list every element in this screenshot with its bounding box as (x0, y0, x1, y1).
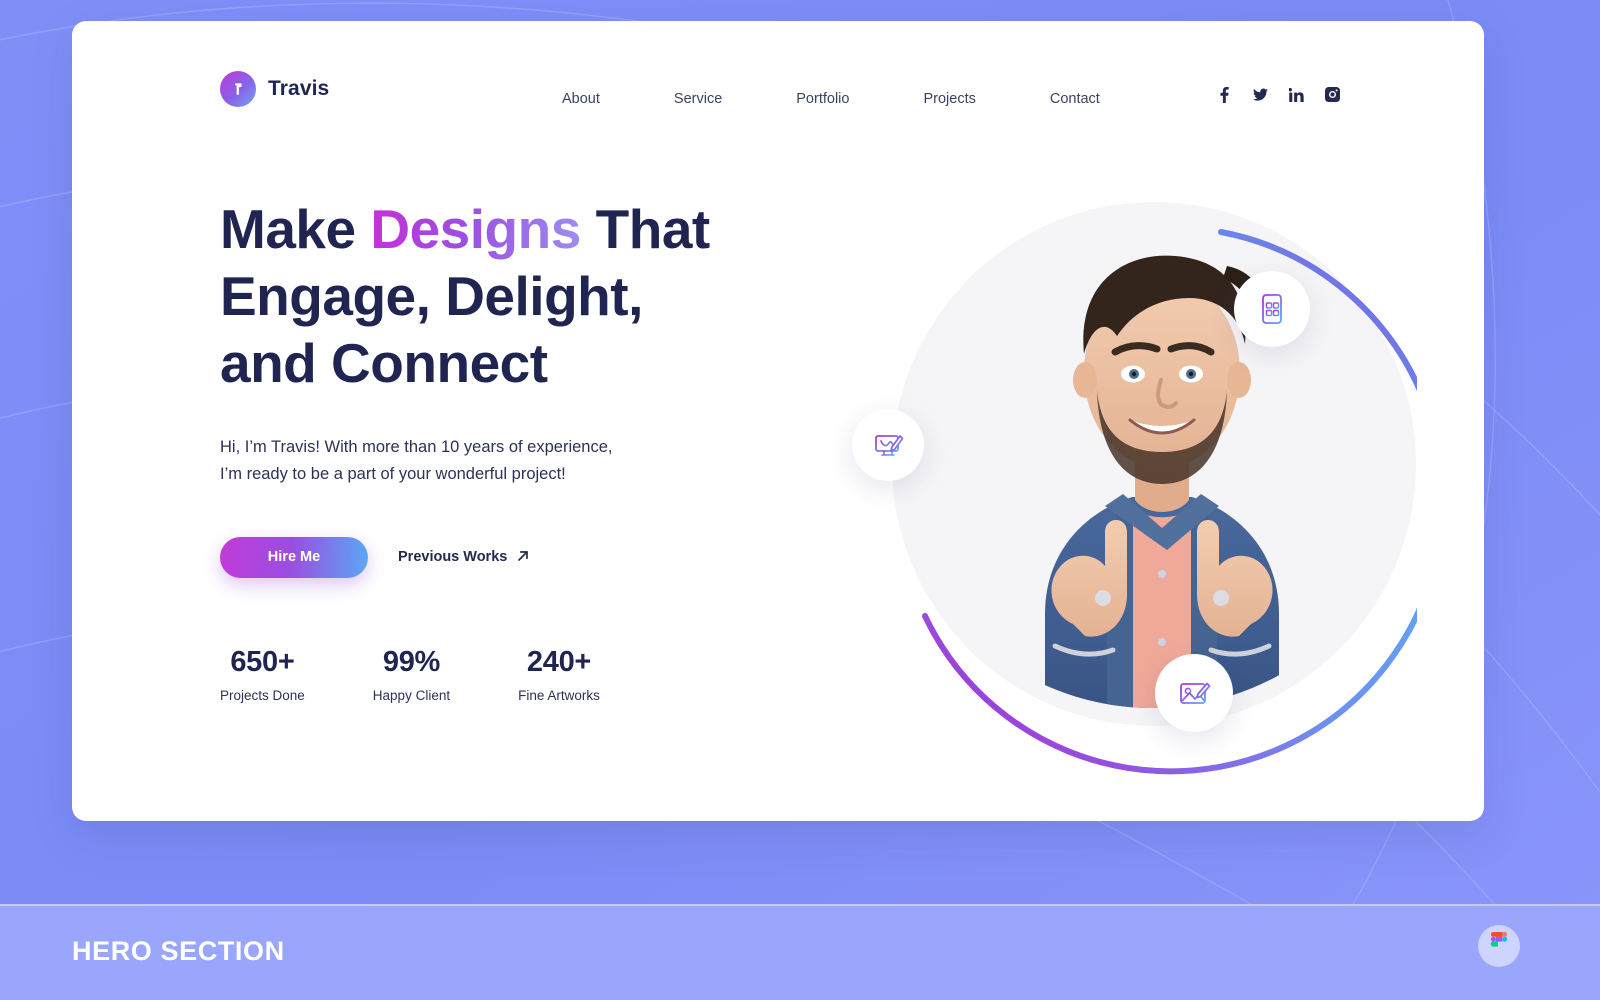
hero-card: Travis About Service Portfolio Projects … (72, 21, 1484, 821)
nav-item-projects[interactable]: Projects (923, 83, 975, 115)
badge-mobile-app[interactable] (1234, 271, 1310, 347)
nav-links: About Service Portfolio Projects Contact (562, 83, 1100, 115)
nav-item-contact[interactable]: Contact (1050, 83, 1100, 115)
hero-subtext: Hi, I’m Travis! With more than 10 years … (220, 434, 820, 487)
section-title: HERO SECTION (72, 936, 285, 966)
headline-line-2: Engage, Delight, (220, 264, 643, 327)
twitter-icon[interactable] (1253, 87, 1268, 102)
social-links (1217, 86, 1340, 103)
stat-label: Fine Artworks (518, 688, 600, 703)
navbar: Travis About Service Portfolio Projects … (72, 21, 1484, 153)
travis-monogram-icon (220, 71, 256, 107)
nav-item-portfolio[interactable]: Portfolio (796, 83, 849, 115)
stat-value: 240+ (526, 646, 592, 678)
facebook-icon[interactable] (1217, 86, 1232, 103)
hero-visual (817, 176, 1417, 776)
nav-item-service[interactable]: Service (674, 83, 722, 115)
brand-logo[interactable]: Travis (220, 71, 329, 107)
hire-me-button[interactable]: Hire Me (220, 536, 368, 578)
headline-highlight: Designs (370, 198, 581, 260)
figma-logo-icon[interactable] (1478, 925, 1520, 967)
stat-value: 650+ (230, 646, 295, 678)
stats-row: 650+ Projects Done 99% Happy Client 240+… (220, 646, 600, 703)
footer-band: HERO SECTION (0, 904, 1600, 1000)
hero-subtext-line-2: I’m ready to be a part of your wonderful… (220, 465, 566, 484)
hero-subtext-line-1: Hi, I’m Travis! With more than 10 years … (220, 438, 613, 457)
page-title: Make Designs That Engage, Delight, and Con… (220, 196, 820, 396)
stat-happy-client: 99% Happy Client (373, 646, 450, 703)
brand-name: Travis (268, 77, 330, 100)
headline-segment-1: Make (220, 198, 371, 260)
badge-photo-edit[interactable] (1155, 654, 1233, 732)
stat-label: Projects Done (220, 688, 305, 703)
stat-label: Happy Client (372, 688, 451, 703)
previous-works-label: Previous Works (398, 549, 508, 566)
stat-projects-done: 650+ Projects Done (220, 646, 305, 703)
stat-fine-artworks: 240+ Fine Artworks (518, 646, 600, 703)
stat-value: 99% (382, 646, 441, 678)
previous-works-link[interactable]: Previous Works (398, 549, 530, 566)
cta-row: Hire Me Previous Works (220, 536, 820, 578)
headline-segment-2: That (580, 198, 711, 260)
hero-text-column: Make Designs That Engage, Delight, and Con… (220, 196, 820, 578)
headline-line-3: and Connect (220, 331, 548, 394)
nav-item-about[interactable]: About (562, 83, 600, 115)
linkedin-icon[interactable] (1289, 87, 1304, 102)
arrow-up-right-icon (516, 549, 530, 566)
instagram-icon[interactable] (1325, 87, 1340, 102)
badge-web-design[interactable] (852, 409, 924, 481)
